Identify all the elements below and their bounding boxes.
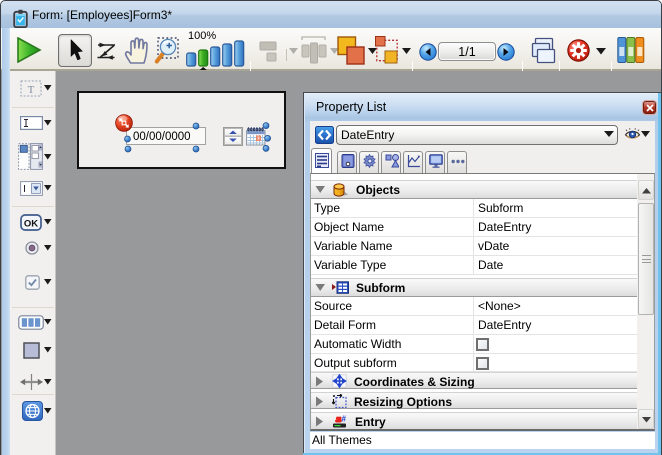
svg-text:OK: OK [24, 219, 38, 230]
svg-text:T: T [28, 84, 35, 96]
svg-text:#: # [342, 415, 347, 424]
